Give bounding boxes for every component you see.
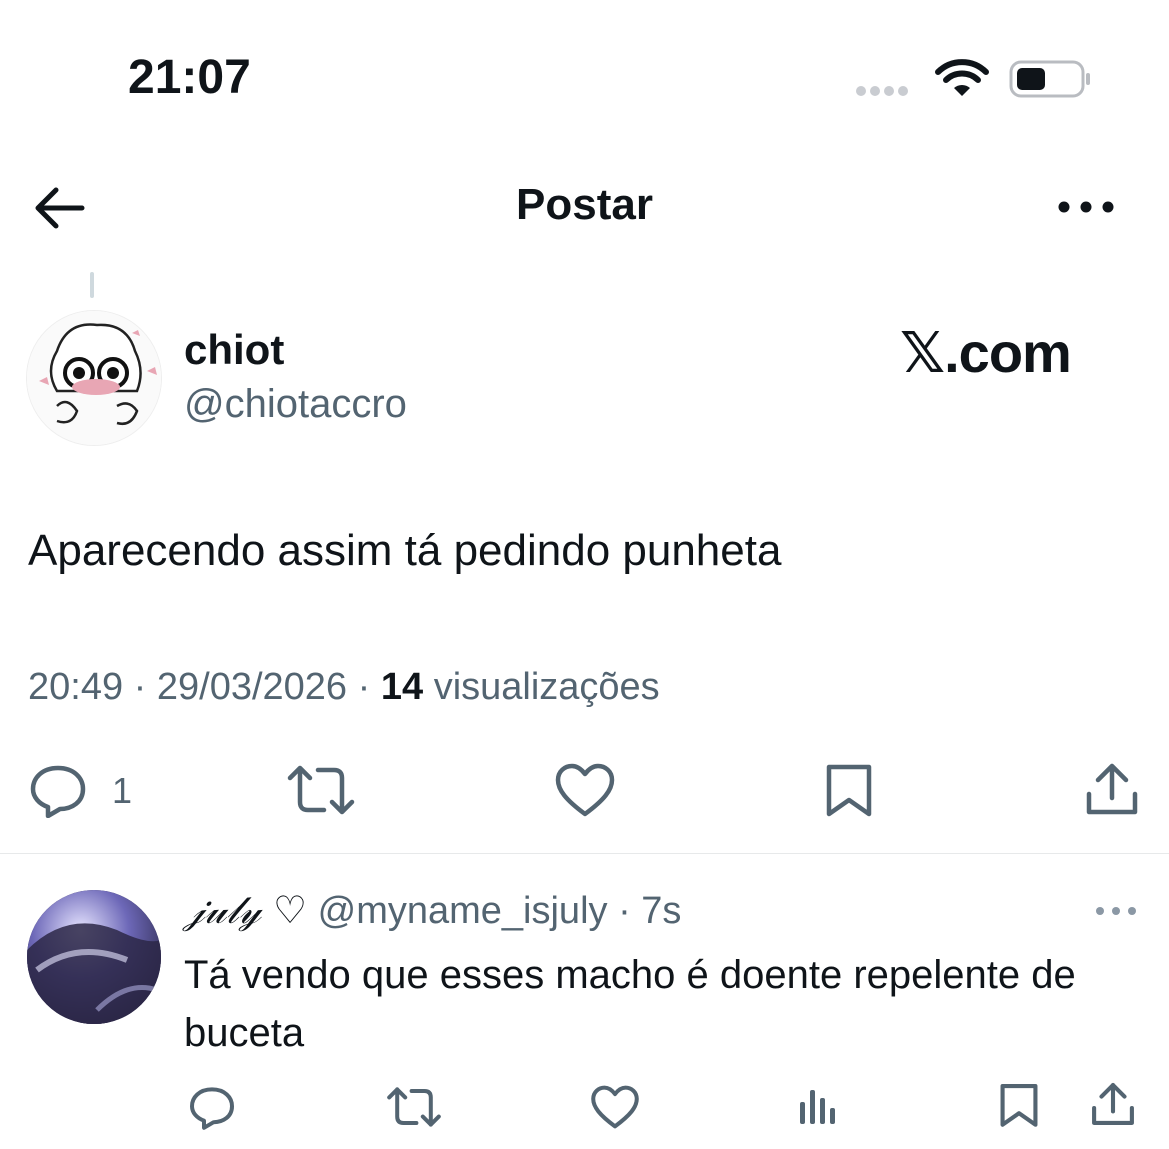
reply-avatar[interactable] (27, 890, 161, 1024)
battery-icon (1009, 60, 1090, 98)
reply-bookmark-icon[interactable] (998, 1082, 1040, 1128)
views-icon[interactable] (798, 1088, 838, 1126)
reply-header: 𝒿𝓊𝓁𝓎 ♡ @myname_isjuly · 7s (184, 888, 682, 932)
thread-line (90, 272, 94, 298)
post-text: Aparecendo assim tá pedindo punheta (28, 526, 782, 575)
post-meta: 20:49 · 29/03/2026 · 14 visualizações (28, 666, 660, 708)
x-watermark: 𝕏.com (900, 321, 1072, 384)
post-date[interactable]: 29/03/2026 (157, 666, 347, 708)
divider (0, 853, 1169, 854)
reply-reply-icon[interactable] (188, 1084, 236, 1130)
reply-like-icon[interactable] (590, 1084, 640, 1130)
reply-share-icon[interactable] (1090, 1080, 1136, 1128)
status-time: 21:07 (128, 51, 251, 104)
display-name[interactable]: chiot (184, 326, 284, 374)
wifi-icon (935, 59, 989, 96)
avatar[interactable] (26, 310, 162, 446)
like-icon[interactable] (554, 762, 616, 818)
views-label: visualizações (433, 666, 660, 708)
reply-display-name[interactable]: 𝒿𝓊𝓁𝓎 ♡ (184, 888, 307, 932)
signal-icon (856, 86, 908, 96)
repost-icon[interactable] (286, 764, 356, 816)
reply-handle[interactable]: @myname_isjuly (318, 890, 608, 932)
share-icon[interactable] (1084, 760, 1140, 818)
reply-icon[interactable] (28, 762, 88, 818)
more-icon[interactable] (1056, 196, 1116, 218)
post-time[interactable]: 20:49 (28, 666, 123, 708)
page-title: Postar (516, 180, 653, 229)
bookmark-icon[interactable] (824, 762, 874, 818)
reply-repost-icon[interactable] (386, 1086, 442, 1128)
reply-count: 1 (112, 770, 133, 811)
reply-more-icon[interactable] (1094, 905, 1138, 917)
avatar-image (27, 311, 161, 445)
views-count: 14 (380, 666, 424, 708)
reply-age: 7s (641, 890, 682, 932)
reply-avatar-image (27, 890, 161, 1024)
reply-text: Tá vendo que esses macho é doente repele… (184, 953, 1076, 1055)
user-handle[interactable]: @chiotaccro (184, 382, 407, 427)
